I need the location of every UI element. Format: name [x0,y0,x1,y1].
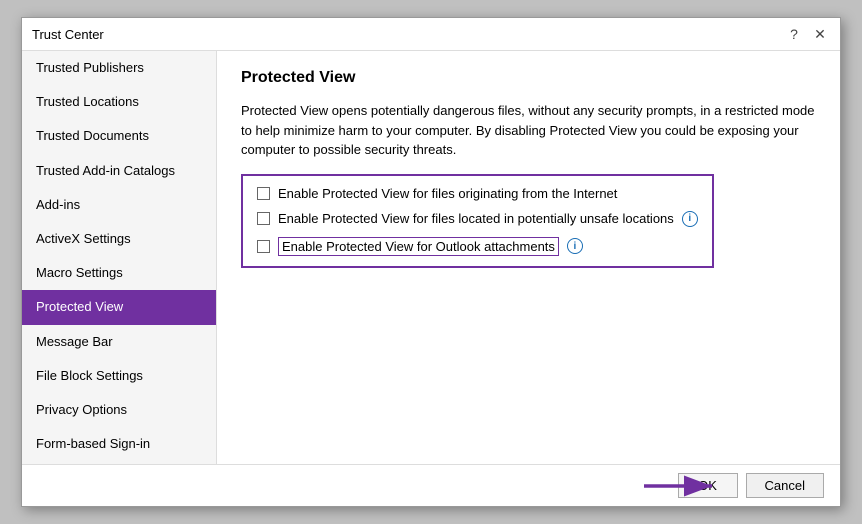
cancel-button[interactable]: Cancel [746,473,824,498]
option-row-outlook: Enable Protected View for Outlook attach… [257,237,698,256]
content-area: Protected View Protected View opens pote… [217,51,840,464]
trust-center-dialog: Trust Center ? ✕ Trusted Publishers Trus… [21,17,841,507]
sidebar-item-trusted-locations[interactable]: Trusted Locations [22,85,216,119]
sidebar-item-message-bar[interactable]: Message Bar [22,325,216,359]
option-row-unsafe-locations: Enable Protected View for files located … [257,211,698,227]
help-button[interactable]: ? [784,24,804,44]
sidebar-item-trusted-documents[interactable]: Trusted Documents [22,119,216,153]
arrow-container [640,468,720,504]
arrow-icon [640,468,720,504]
sidebar: Trusted Publishers Trusted Locations Tru… [22,51,217,464]
options-box: Enable Protected View for files originat… [241,174,714,268]
checkbox-internet[interactable] [257,187,270,200]
sidebar-item-file-block-settings[interactable]: File Block Settings [22,359,216,393]
sidebar-item-add-ins[interactable]: Add-ins [22,188,216,222]
sidebar-item-privacy-options[interactable]: Privacy Options [22,393,216,427]
sidebar-item-macro-settings[interactable]: Macro Settings [22,256,216,290]
info-icon-unsafe-locations[interactable]: i [682,211,698,227]
close-button[interactable]: ✕ [810,24,830,44]
sidebar-item-trusted-publishers[interactable]: Trusted Publishers [22,51,216,85]
title-bar-left: Trust Center [32,27,104,42]
option-label-outlook: Enable Protected View for Outlook attach… [278,237,559,256]
content-description: Protected View opens potentially dangero… [241,101,816,160]
info-icon-outlook[interactable]: i [567,238,583,254]
sidebar-item-form-based-sign-in[interactable]: Form-based Sign-in [22,427,216,461]
sidebar-item-protected-view[interactable]: Protected View [22,290,216,324]
dialog-title: Trust Center [32,27,104,42]
dialog-body: Trusted Publishers Trusted Locations Tru… [22,51,840,464]
dialog-footer: OK Cancel [22,464,840,506]
checkbox-unsafe-locations[interactable] [257,212,270,225]
title-bar-right: ? ✕ [784,24,830,44]
title-bar: Trust Center ? ✕ [22,18,840,51]
option-label-unsafe-locations: Enable Protected View for files located … [278,211,674,226]
checkbox-outlook[interactable] [257,240,270,253]
sidebar-item-activex-settings[interactable]: ActiveX Settings [22,222,216,256]
content-title: Protected View [241,69,816,87]
option-row-internet: Enable Protected View for files originat… [257,186,698,201]
sidebar-item-trusted-add-in-catalogs[interactable]: Trusted Add-in Catalogs [22,154,216,188]
option-label-internet: Enable Protected View for files originat… [278,186,617,201]
